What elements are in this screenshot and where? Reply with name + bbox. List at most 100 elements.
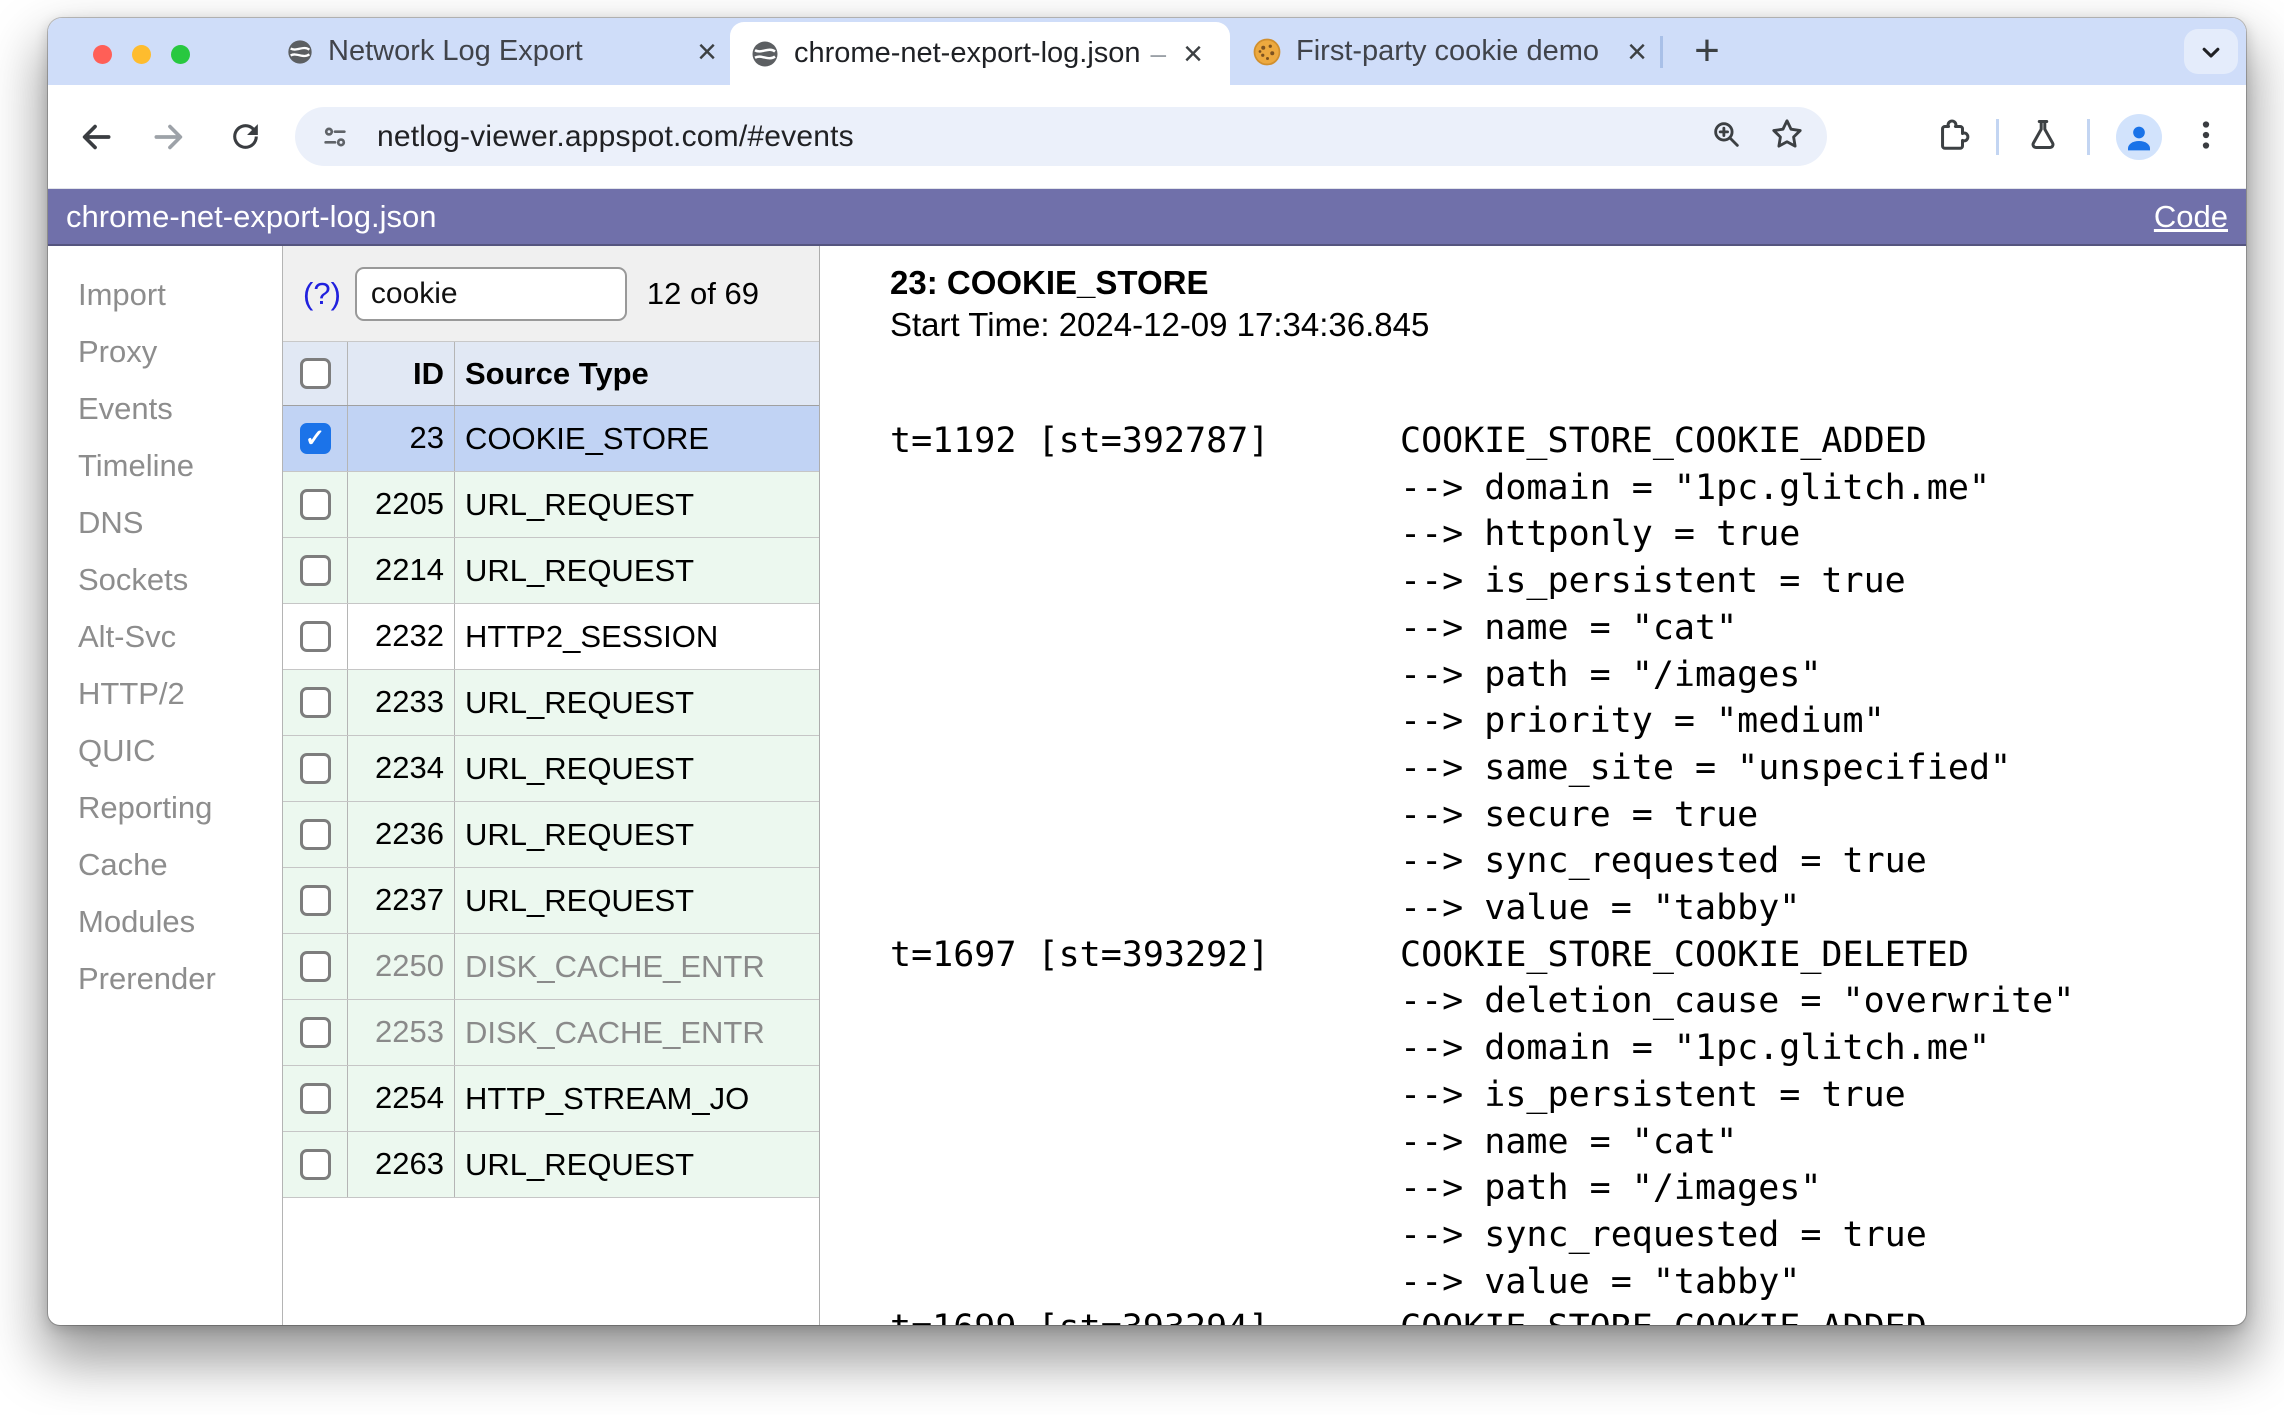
row-checkbox[interactable] xyxy=(299,753,331,784)
forward-button[interactable] xyxy=(149,117,189,157)
sidebar-item[interactable]: Import xyxy=(48,266,282,323)
tab-search-button[interactable] xyxy=(2184,29,2238,74)
row-checkbox[interactable] xyxy=(299,885,331,916)
sidebar-item[interactable]: Timeline xyxy=(48,437,282,494)
row-checkbox[interactable] xyxy=(299,489,331,520)
column-header-source-type[interactable]: Source Type xyxy=(455,356,819,392)
log-text: --> secure = true xyxy=(1400,794,1759,835)
events-table-header: ID Source Type xyxy=(283,342,819,406)
log-text: COOKIE_STORE_COOKIE_DELETED xyxy=(1400,934,1969,975)
log-text: --> path = "/images" xyxy=(1400,654,1822,695)
log-text: --> httponly = true xyxy=(1400,514,1801,555)
row-checkbox[interactable] xyxy=(299,687,331,718)
log-line: t=1192 [st=392787] COOKIE_STORE_COOKIE_AD… xyxy=(890,418,2246,465)
log-text: --> name = "cat" xyxy=(1400,607,1738,648)
cookie-icon xyxy=(1252,37,1282,67)
table-row[interactable]: 2237 URL_REQUEST xyxy=(283,868,819,934)
detail-title: 23: COOKIE_STORE xyxy=(890,264,1209,301)
log-line: --> is_persistent = true xyxy=(890,558,2246,605)
log-timestamp: t=1192 [st=392787] xyxy=(890,421,1270,461)
row-id: 23 xyxy=(348,406,455,471)
minimize-window-button[interactable] xyxy=(132,45,151,64)
tab-close-icon[interactable]: × xyxy=(1620,35,1654,69)
url-text[interactable]: netlog-viewer.appspot.com/#events xyxy=(377,120,854,154)
sidebar-item[interactable]: Sockets xyxy=(48,551,282,608)
select-all-checkbox[interactable] xyxy=(299,358,331,389)
sidebar-item[interactable]: Prerender xyxy=(48,950,282,1007)
reload-button[interactable] xyxy=(225,117,265,157)
tab-close-icon[interactable]: × xyxy=(690,35,724,69)
sidebar-item[interactable]: Proxy xyxy=(48,323,282,380)
log-line: --> name = "cat" xyxy=(890,605,2246,652)
log-line: --> sync_requested = true xyxy=(890,1212,2246,1259)
experiments-button[interactable] xyxy=(2025,117,2061,158)
table-row[interactable]: 2263 URL_REQUEST xyxy=(283,1132,819,1198)
globe-icon xyxy=(286,38,314,66)
log-text: --> value = "tabby" xyxy=(1400,888,1801,929)
zoom-in-button[interactable] xyxy=(1709,117,1743,156)
table-row[interactable]: 2253 DISK_CACHE_ENTR xyxy=(283,1000,819,1066)
log-line: --> httponly = true xyxy=(890,511,2246,558)
row-checkbox[interactable] xyxy=(299,555,331,586)
events-table: ID Source Type 23 COOKIE_STORE xyxy=(283,342,819,1325)
row-checkbox[interactable] xyxy=(299,951,331,982)
row-checkbox[interactable] xyxy=(299,819,331,850)
table-row[interactable]: 2214 URL_REQUEST xyxy=(283,538,819,604)
zoom-window-button[interactable] xyxy=(171,45,190,64)
log-text: COOKIE_STORE_COOKIE_ADDED xyxy=(1400,421,1927,461)
row-id: 2205 xyxy=(348,472,455,537)
sidebar-item[interactable]: Modules xyxy=(48,893,282,950)
sidebar-item[interactable]: Reporting xyxy=(48,779,282,836)
row-id: 2237 xyxy=(348,868,455,933)
back-button[interactable] xyxy=(76,117,116,157)
row-checkbox[interactable] xyxy=(299,1149,331,1180)
toolbar-divider xyxy=(1996,119,1999,155)
column-header-id[interactable]: ID xyxy=(348,342,455,405)
row-id: 2233 xyxy=(348,670,455,735)
address-bar[interactable]: netlog-viewer.appspot.com/#events xyxy=(295,107,1827,166)
row-checkbox[interactable] xyxy=(299,1083,331,1114)
new-tab-button[interactable]: + xyxy=(1680,26,1734,78)
tab-netlog-viewer-active[interactable]: chrome-net-export-log.json – × xyxy=(730,22,1230,85)
log-text: --> sync_requested = true xyxy=(1400,841,1927,882)
sidebar-item[interactable]: Cache xyxy=(48,836,282,893)
row-checkbox[interactable] xyxy=(299,423,331,454)
bookmark-button[interactable] xyxy=(1769,116,1805,157)
table-row[interactable]: 2250 DISK_CACHE_ENTR xyxy=(283,934,819,1000)
close-window-button[interactable] xyxy=(93,45,112,64)
tab-close-icon[interactable]: × xyxy=(1176,37,1210,71)
events-table-rows: 23 COOKIE_STORE 2205 URL_REQUEST 2214 xyxy=(283,406,819,1198)
row-source-type: COOKIE_STORE xyxy=(465,420,710,456)
code-link[interactable]: Code xyxy=(2154,199,2228,235)
extensions-button[interactable] xyxy=(1934,117,1970,158)
log-text: --> domain = "1pc.glitch.me" xyxy=(1400,467,1991,508)
chevron-down-icon xyxy=(2202,47,2220,57)
log-text: --> same_site = "unspecified" xyxy=(1400,747,2012,788)
table-row[interactable]: 2254 HTTP_STREAM_JO xyxy=(283,1066,819,1132)
table-row[interactable]: 2236 URL_REQUEST xyxy=(283,802,819,868)
sidebar-item[interactable]: Events xyxy=(48,380,282,437)
table-row[interactable]: 2233 URL_REQUEST xyxy=(283,670,819,736)
tab-network-log-export[interactable]: Network Log Export × xyxy=(286,18,724,85)
row-source-type: URL_REQUEST xyxy=(465,552,695,588)
row-checkbox[interactable] xyxy=(299,621,331,652)
row-id: 2254 xyxy=(348,1066,455,1131)
tab-divider xyxy=(1660,36,1663,68)
tab-first-party-cookie-demo[interactable]: First-party cookie demo × xyxy=(1252,18,1654,85)
sidebar-item[interactable]: Alt-Svc xyxy=(48,608,282,665)
site-settings-icon[interactable] xyxy=(319,121,351,153)
sidebar-item[interactable]: QUIC xyxy=(48,722,282,779)
filter-help-link[interactable]: (?) xyxy=(303,276,341,312)
row-checkbox[interactable] xyxy=(299,1017,331,1048)
sidebar-item[interactable]: DNS xyxy=(48,494,282,551)
filter-input[interactable] xyxy=(354,266,627,321)
table-row[interactable]: 2205 URL_REQUEST xyxy=(283,472,819,538)
table-row[interactable]: 2234 URL_REQUEST xyxy=(283,736,819,802)
table-row[interactable]: 2232 HTTP2_SESSION xyxy=(283,604,819,670)
browser-menu-button[interactable] xyxy=(2188,117,2224,158)
reload-icon xyxy=(232,124,258,149)
row-source-type: HTTP2_SESSION xyxy=(465,618,719,654)
profile-button[interactable] xyxy=(2116,114,2162,160)
sidebar-item[interactable]: HTTP/2 xyxy=(48,665,282,722)
table-row[interactable]: 23 COOKIE_STORE xyxy=(283,406,819,472)
